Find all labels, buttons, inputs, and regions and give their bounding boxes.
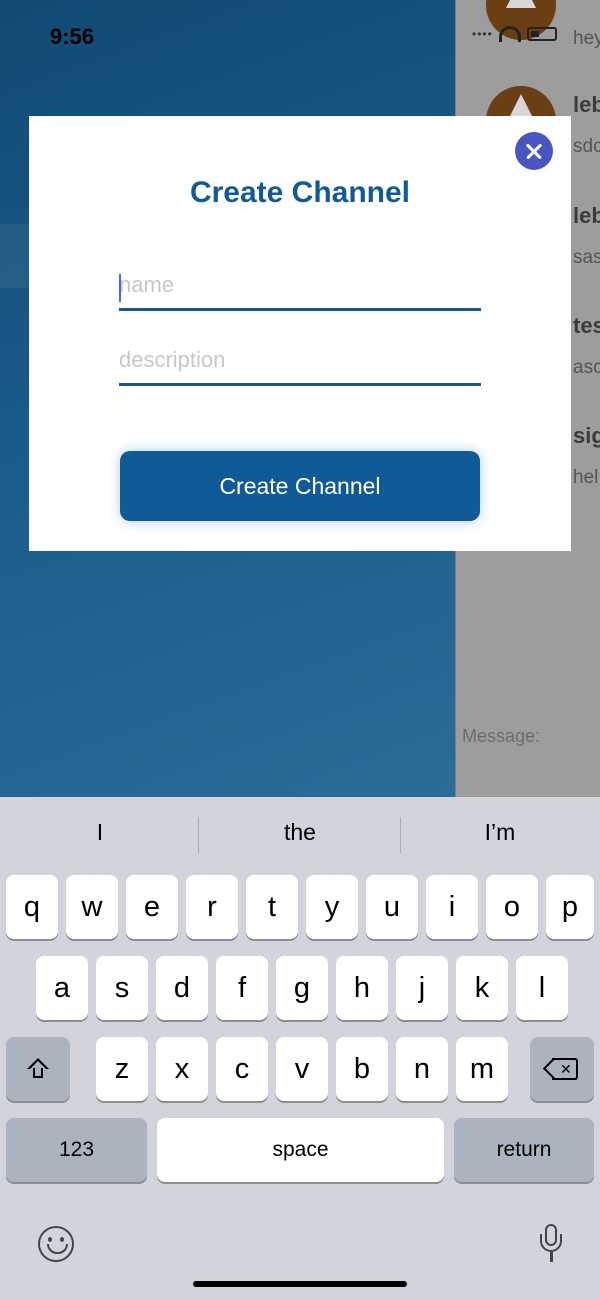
key-m[interactable]: m — [456, 1037, 508, 1101]
suggestion-bar: I the I’m — [0, 797, 600, 875]
key-a[interactable]: a — [36, 956, 88, 1020]
key-o[interactable]: o — [486, 875, 538, 939]
message-author: tes — [573, 313, 600, 338]
key-g[interactable]: g — [276, 956, 328, 1020]
key-e[interactable]: e — [126, 875, 178, 939]
description-input[interactable] — [119, 336, 481, 383]
suggestion[interactable]: I’m — [400, 819, 600, 846]
key-t[interactable]: t — [246, 875, 298, 939]
key-r[interactable]: r — [186, 875, 238, 939]
divider — [198, 817, 199, 853]
key-d[interactable]: d — [156, 956, 208, 1020]
create-channel-button[interactable]: Create Channel — [120, 451, 480, 521]
description-field[interactable] — [119, 336, 481, 386]
signal-icon: •••• — [472, 27, 493, 41]
key-s[interactable]: s — [96, 956, 148, 1020]
key-j[interactable]: j — [396, 956, 448, 1020]
battery-icon — [526, 27, 557, 41]
key-u[interactable]: u — [366, 875, 418, 939]
key-v[interactable]: v — [276, 1037, 328, 1101]
key-q[interactable]: q — [6, 875, 58, 939]
return-key[interactable]: return — [454, 1118, 594, 1182]
key-p[interactable]: p — [546, 875, 594, 939]
name-input[interactable] — [119, 261, 481, 308]
text-cursor — [119, 274, 121, 302]
key-c[interactable]: c — [216, 1037, 268, 1101]
key-w[interactable]: w — [66, 875, 118, 939]
emoji-icon[interactable] — [38, 1226, 74, 1262]
message-text: sdc — [573, 136, 600, 157]
keyboard: I the I’m q w e r t y u i o p a s d f g … — [0, 797, 600, 1299]
message-text: hel — [573, 467, 599, 488]
status-icons: •••• — [472, 26, 557, 42]
key-y[interactable]: y — [306, 875, 358, 939]
backspace-key[interactable]: ✕ — [530, 1037, 594, 1101]
shark-avatar-icon — [506, 0, 536, 8]
wifi-icon — [498, 26, 521, 42]
message-author: leb — [573, 203, 600, 228]
message-text: sas — [573, 247, 600, 268]
shift-key[interactable] — [6, 1037, 70, 1101]
close-icon[interactable] — [515, 132, 553, 170]
key-f[interactable]: f — [216, 956, 268, 1020]
key-l[interactable]: l — [516, 956, 568, 1020]
message-text: asc — [573, 357, 600, 378]
space-key[interactable]: space — [157, 1118, 444, 1182]
numbers-key[interactable]: 123 — [6, 1118, 147, 1182]
suggestion[interactable]: I — [0, 819, 200, 846]
message-input-placeholder[interactable]: Message: — [462, 726, 540, 747]
microphone-icon[interactable] — [540, 1224, 562, 1264]
key-n[interactable]: n — [396, 1037, 448, 1101]
backspace-icon: ✕ — [542, 1057, 578, 1080]
suggestion[interactable]: the — [200, 819, 400, 846]
key-x[interactable]: x — [156, 1037, 208, 1101]
key-h[interactable]: h — [336, 956, 388, 1020]
message-text: hey — [573, 28, 600, 49]
home-indicator — [193, 1281, 407, 1287]
key-z[interactable]: z — [96, 1037, 148, 1101]
shift-icon — [27, 1058, 49, 1080]
key-b[interactable]: b — [336, 1037, 388, 1101]
name-field[interactable] — [119, 261, 481, 311]
modal-title: Create Channel — [189, 176, 411, 209]
create-channel-modal: Create Channel Create Channel — [29, 116, 571, 551]
key-k[interactable]: k — [456, 956, 508, 1020]
status-time: 9:56 — [50, 24, 95, 49]
message-author: leb — [573, 92, 600, 117]
key-i[interactable]: i — [426, 875, 478, 939]
message-author: sig — [573, 423, 600, 448]
